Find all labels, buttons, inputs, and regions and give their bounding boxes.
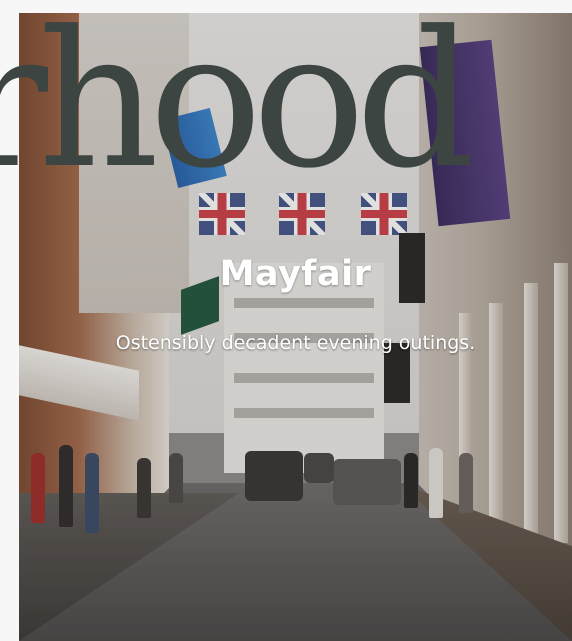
neighborhood-tagline: Ostensibly decadent evening outings. — [115, 332, 476, 354]
neighborhood-heading-word: orhood — [0, 0, 476, 210]
page-frame: orhood Mayfair Ostensibly decadent eveni… — [0, 0, 572, 641]
neighborhood-title: Mayfair — [219, 254, 372, 294]
